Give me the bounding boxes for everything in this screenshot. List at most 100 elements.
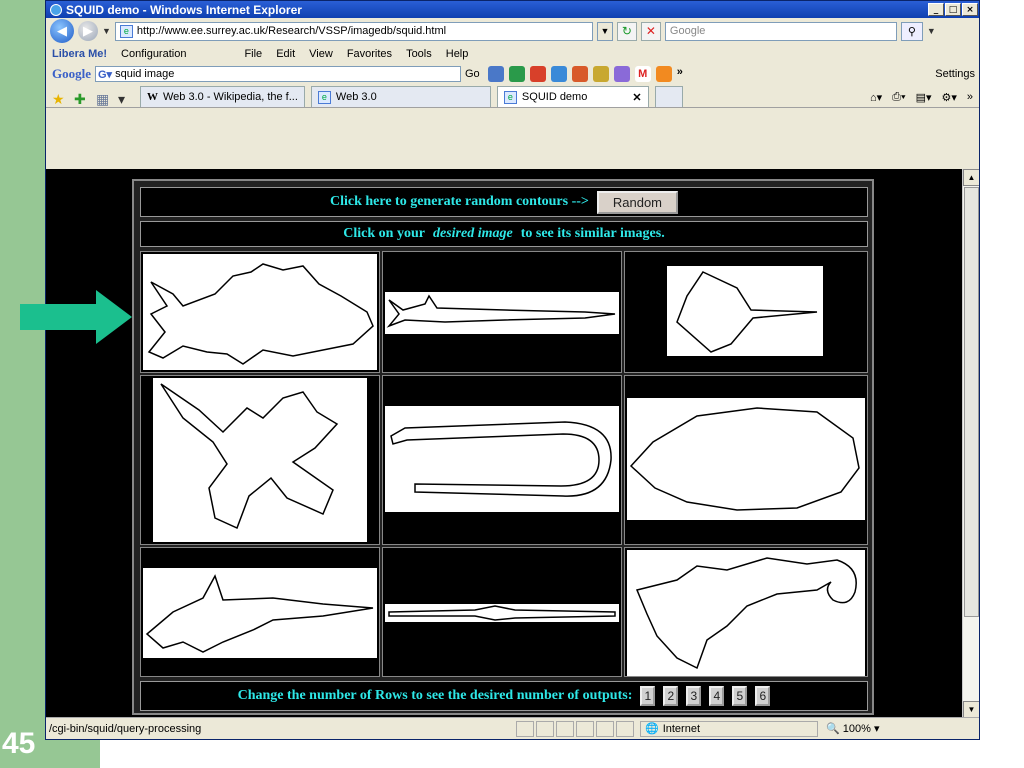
scroll-thumb[interactable]: [964, 187, 979, 617]
menu-help[interactable]: Help: [446, 48, 469, 60]
globe-icon[interactable]: [550, 66, 567, 82]
google-query: squid image: [115, 68, 175, 80]
url-dropdown-icon[interactable]: ▼: [596, 21, 613, 41]
tab-list-icon[interactable]: ▾: [118, 91, 134, 107]
settings-button[interactable]: Settings: [935, 68, 975, 80]
google-search-input[interactable]: G▾ squid image: [95, 66, 461, 82]
instruction-pre: Click on your: [343, 226, 425, 241]
close-tab-icon[interactable]: ✕: [632, 91, 641, 104]
print-icon[interactable]: ⎙▾: [892, 91, 905, 104]
new-tab-button[interactable]: [654, 86, 683, 107]
maximize-button[interactable]: □: [945, 3, 961, 16]
sawshark-contour-image[interactable]: [143, 568, 377, 658]
url-text: http://www.ee.surrey.ac.uk/Research/VSSP…: [136, 25, 447, 37]
status-bar: /cgi-bin/squid/query-processing 🌐 Intern…: [46, 717, 979, 739]
rows-button-3[interactable]: 3: [686, 686, 702, 706]
minimize-button[interactable]: _: [928, 3, 944, 16]
tab-web30[interactable]: e Web 3.0: [310, 86, 491, 107]
menu-file[interactable]: File: [244, 48, 262, 60]
rows-button-2[interactable]: 2: [663, 686, 679, 706]
contour-cell[interactable]: [624, 375, 868, 545]
zoom-dropdown-icon[interactable]: ▾: [874, 723, 880, 735]
rows-button-5[interactable]: 5: [732, 686, 748, 706]
ie-logo-icon: [50, 3, 62, 16]
add-favorites-icon[interactable]: ✚: [74, 91, 90, 107]
seadragon-contour-image[interactable]: [153, 378, 367, 542]
eel-contour-image[interactable]: [385, 406, 619, 512]
random-button[interactable]: Random: [596, 190, 679, 214]
rows-prompt: Change the number of Rows to see the des…: [237, 688, 633, 703]
contour-cell[interactable]: [382, 547, 622, 677]
bookmark-icon[interactable]: [613, 66, 630, 82]
refresh-button[interactable]: ↻: [616, 21, 637, 41]
zoom-control[interactable]: 🔍 100% ▾: [826, 722, 916, 735]
seahorse-contour-image[interactable]: [627, 550, 865, 676]
quick-tabs-icon[interactable]: ▦: [96, 91, 112, 107]
contour-cell[interactable]: [140, 547, 380, 677]
images-icon[interactable]: [529, 66, 546, 82]
close-window-button[interactable]: ×: [962, 3, 978, 16]
menu-bar: Libera Me! Configuration File Edit View …: [46, 44, 979, 64]
pipefish-contour-image[interactable]: [385, 604, 619, 622]
google-logo: Google: [52, 66, 91, 81]
tab-wikipedia[interactable]: W Web 3.0 - Wikipedia, the f...: [140, 86, 305, 107]
forward-button[interactable]: ▶: [78, 21, 98, 41]
instruction-post: to see its similar images.: [520, 226, 665, 241]
pin-icon[interactable]: [592, 66, 609, 82]
more-icon[interactable]: »: [677, 66, 683, 82]
scroll-down-icon[interactable]: ▼: [963, 701, 979, 718]
scroll-up-icon[interactable]: ▲: [963, 169, 979, 186]
squid-table: Click here to generate random contours -…: [132, 179, 874, 715]
status-segment: [616, 720, 634, 737]
contour-cell[interactable]: [382, 375, 622, 545]
menu-favorites[interactable]: Favorites: [347, 48, 392, 60]
search-web-icon[interactable]: [487, 66, 504, 82]
scholar-icon[interactable]: [571, 66, 588, 82]
contour-cell[interactable]: [140, 375, 380, 545]
vertical-scrollbar[interactable]: ▲ ▼: [962, 169, 979, 718]
favorites-star-icon[interactable]: ★: [52, 91, 68, 107]
stop-button[interactable]: ✕: [640, 21, 661, 41]
tab-bar: ★ ✚ ▦ ▾ W Web 3.0 - Wikipedia, the f... …: [46, 84, 979, 108]
contour-cell[interactable]: [624, 251, 868, 373]
rows-button-6[interactable]: 6: [755, 686, 771, 706]
globe-icon: 🌐: [645, 723, 659, 735]
gmail-icon[interactable]: M: [634, 66, 651, 82]
google-toolbar: Google G▾ squid image Go M » Settings: [46, 64, 979, 84]
command-bar: ⌂▾ ⎙▾ ▤▾ ⚙▾ »: [870, 91, 979, 107]
ray-contour-image[interactable]: [667, 266, 823, 356]
libera-me-button[interactable]: Libera Me!: [52, 48, 107, 60]
rows-button-1[interactable]: 1: [640, 686, 656, 706]
status-segment: [516, 720, 534, 737]
page-menu-icon[interactable]: ▤▾: [916, 91, 932, 104]
spell-check-icon[interactable]: [655, 66, 672, 82]
rows-control-row: Change the number of Rows to see the des…: [140, 681, 868, 711]
security-zone[interactable]: 🌐 Internet: [640, 720, 818, 737]
more-commands-icon[interactable]: »: [967, 91, 973, 104]
google-go-button[interactable]: Go: [465, 68, 480, 80]
tools-menu-icon[interactable]: ⚙▾: [941, 91, 956, 104]
contour-cell[interactable]: [382, 251, 622, 373]
menu-tools[interactable]: Tools: [406, 48, 432, 60]
menu-view[interactable]: View: [309, 48, 333, 60]
status-segment: [556, 720, 574, 737]
flatfish-contour-image[interactable]: [627, 398, 865, 520]
search-icon[interactable]: ⚲: [900, 21, 923, 41]
configuration-button[interactable]: Configuration: [121, 48, 186, 60]
needlefish-contour-image[interactable]: [385, 292, 619, 334]
contour-cell[interactable]: [624, 547, 868, 677]
wikipedia-icon: W: [147, 91, 158, 103]
history-dropdown-icon[interactable]: ▼: [102, 26, 111, 36]
news-icon[interactable]: [508, 66, 525, 82]
home-icon[interactable]: ⌂▾: [870, 91, 882, 104]
rows-button-4[interactable]: 4: [709, 686, 725, 706]
menu-edit[interactable]: Edit: [276, 48, 295, 60]
tab-squid-demo[interactable]: e SQUID demo ✕: [496, 86, 649, 107]
search-input[interactable]: Google: [664, 21, 897, 41]
url-field[interactable]: e http://www.ee.surrey.ac.uk/Research/VS…: [114, 21, 593, 41]
fish-contour-image[interactable]: [143, 254, 377, 370]
search-dropdown-icon[interactable]: ▼: [927, 26, 936, 36]
google-toolbar-icons: M »: [487, 66, 683, 82]
contour-cell[interactable]: [140, 251, 380, 373]
back-button[interactable]: ◀: [50, 19, 74, 43]
